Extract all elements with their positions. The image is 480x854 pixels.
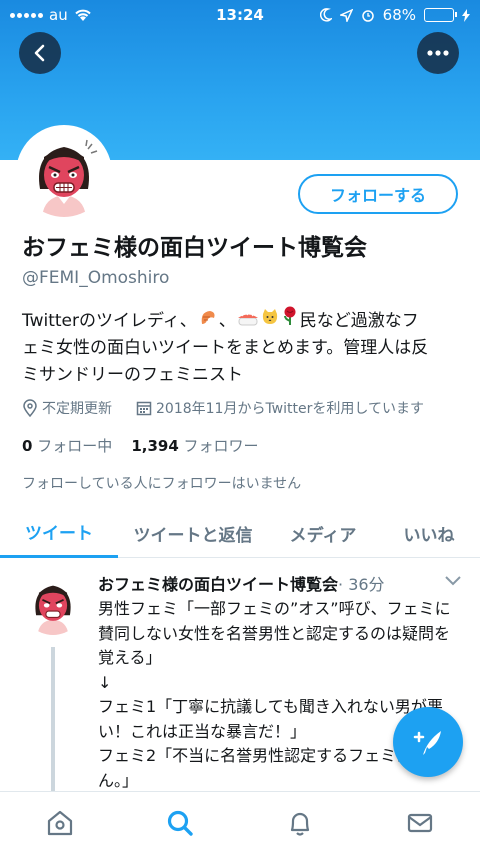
cat-emoji-icon bbox=[261, 308, 279, 335]
tab-likes[interactable]: いいね bbox=[378, 508, 480, 558]
home-icon bbox=[47, 810, 73, 836]
alarm-icon bbox=[361, 10, 374, 22]
profile-tabs: ツイート ツイートと返信 メディア いいね bbox=[0, 508, 480, 558]
rose-emoji-icon bbox=[281, 306, 299, 335]
bio-text: 民など過激なフ bbox=[299, 311, 419, 331]
following-count: 0 bbox=[22, 437, 33, 455]
back-button[interactable] bbox=[19, 32, 61, 74]
bio-text: Twitterのツイレディ、 bbox=[22, 311, 197, 331]
tab-media[interactable]: メディア bbox=[268, 508, 378, 558]
profile-location: 不定期更新 bbox=[42, 401, 112, 417]
sushi-emoji-icon bbox=[237, 308, 259, 335]
calendar-icon bbox=[136, 401, 152, 416]
notifications-icon bbox=[290, 812, 310, 836]
chevron-down-icon[interactable] bbox=[444, 575, 462, 587]
profile-handle: @FEMI_Omoshiro bbox=[22, 268, 170, 288]
followers-count: 1,394 bbox=[131, 437, 179, 455]
avatar bbox=[20, 129, 108, 217]
compose-icon bbox=[413, 731, 441, 755]
profile-screen: au 13:24 68% フォローする おフェミ様の面白ツイート博覧会 @FEM… bbox=[0, 0, 480, 854]
profile-joined: 2018年11月からTwitterを利用しています bbox=[156, 401, 424, 417]
profile-name: おフェミ様の面白ツイート博覧会 bbox=[22, 235, 367, 261]
location-arrow-icon bbox=[339, 8, 353, 22]
angry-woman-illustration bbox=[35, 585, 71, 635]
followed-by-note: フォローしている人にフォロワーはいません bbox=[22, 476, 302, 492]
moon-icon bbox=[319, 8, 332, 22]
search-icon bbox=[167, 810, 193, 836]
nav-search[interactable] bbox=[120, 792, 240, 854]
bio-text: ェミ女性の面白いツイートをまとめます。管理人は反 bbox=[22, 338, 429, 358]
followers-label: フォロワー bbox=[183, 437, 259, 455]
more-options-button[interactable] bbox=[417, 32, 459, 74]
tweet-author[interactable]: おフェミ様の面白ツイート博覧会 bbox=[98, 575, 338, 594]
charging-icon bbox=[462, 8, 470, 22]
back-icon bbox=[34, 44, 45, 62]
signal-icon bbox=[10, 12, 43, 18]
nav-notifications[interactable] bbox=[240, 792, 360, 854]
wifi-icon bbox=[75, 9, 91, 21]
tweet-avatar[interactable] bbox=[22, 573, 84, 635]
following-label: フォロー中 bbox=[37, 437, 113, 455]
profile-meta: 不定期更新 2018年11月からTwitterを利用しています bbox=[22, 398, 424, 418]
tab-tweets-and-replies[interactable]: ツイートと返信 bbox=[118, 508, 268, 558]
compose-tweet-button[interactable] bbox=[393, 707, 463, 777]
messages-icon bbox=[407, 813, 433, 833]
angry-woman-illustration bbox=[39, 139, 98, 217]
profile-avatar[interactable] bbox=[16, 125, 112, 221]
profile-bio: Twitterのツイレディ、 、 民など過激なフ ェミ女性の面白いツイートをまと… bbox=[22, 306, 462, 389]
bio-text: ミサンドリーのフェミニスト bbox=[22, 365, 243, 385]
follow-button[interactable]: フォローする bbox=[298, 174, 458, 214]
nav-home[interactable] bbox=[0, 792, 120, 854]
battery-icon bbox=[424, 8, 457, 22]
shrimp-emoji-icon bbox=[198, 308, 218, 335]
battery-percent: 68% bbox=[382, 6, 416, 24]
thread-line bbox=[51, 647, 55, 791]
tweet-time: · 36分 bbox=[338, 575, 385, 594]
more-icon bbox=[427, 50, 449, 56]
follow-counts: 0 フォロー中 1,394 フォロワー bbox=[22, 435, 259, 456]
tweet-header: おフェミ様の面白ツイート博覧会· 36分 bbox=[98, 571, 385, 595]
tab-tweets[interactable]: ツイート bbox=[0, 508, 118, 558]
location-icon bbox=[23, 399, 37, 417]
bottom-navigation bbox=[0, 791, 480, 854]
status-bar: au 13:24 68% bbox=[0, 0, 480, 30]
nav-messages[interactable] bbox=[360, 792, 480, 854]
carrier-label: au bbox=[49, 6, 68, 24]
followers-link[interactable]: 1,394 フォロワー bbox=[131, 437, 258, 455]
following-link[interactable]: 0 フォロー中 bbox=[22, 437, 112, 455]
